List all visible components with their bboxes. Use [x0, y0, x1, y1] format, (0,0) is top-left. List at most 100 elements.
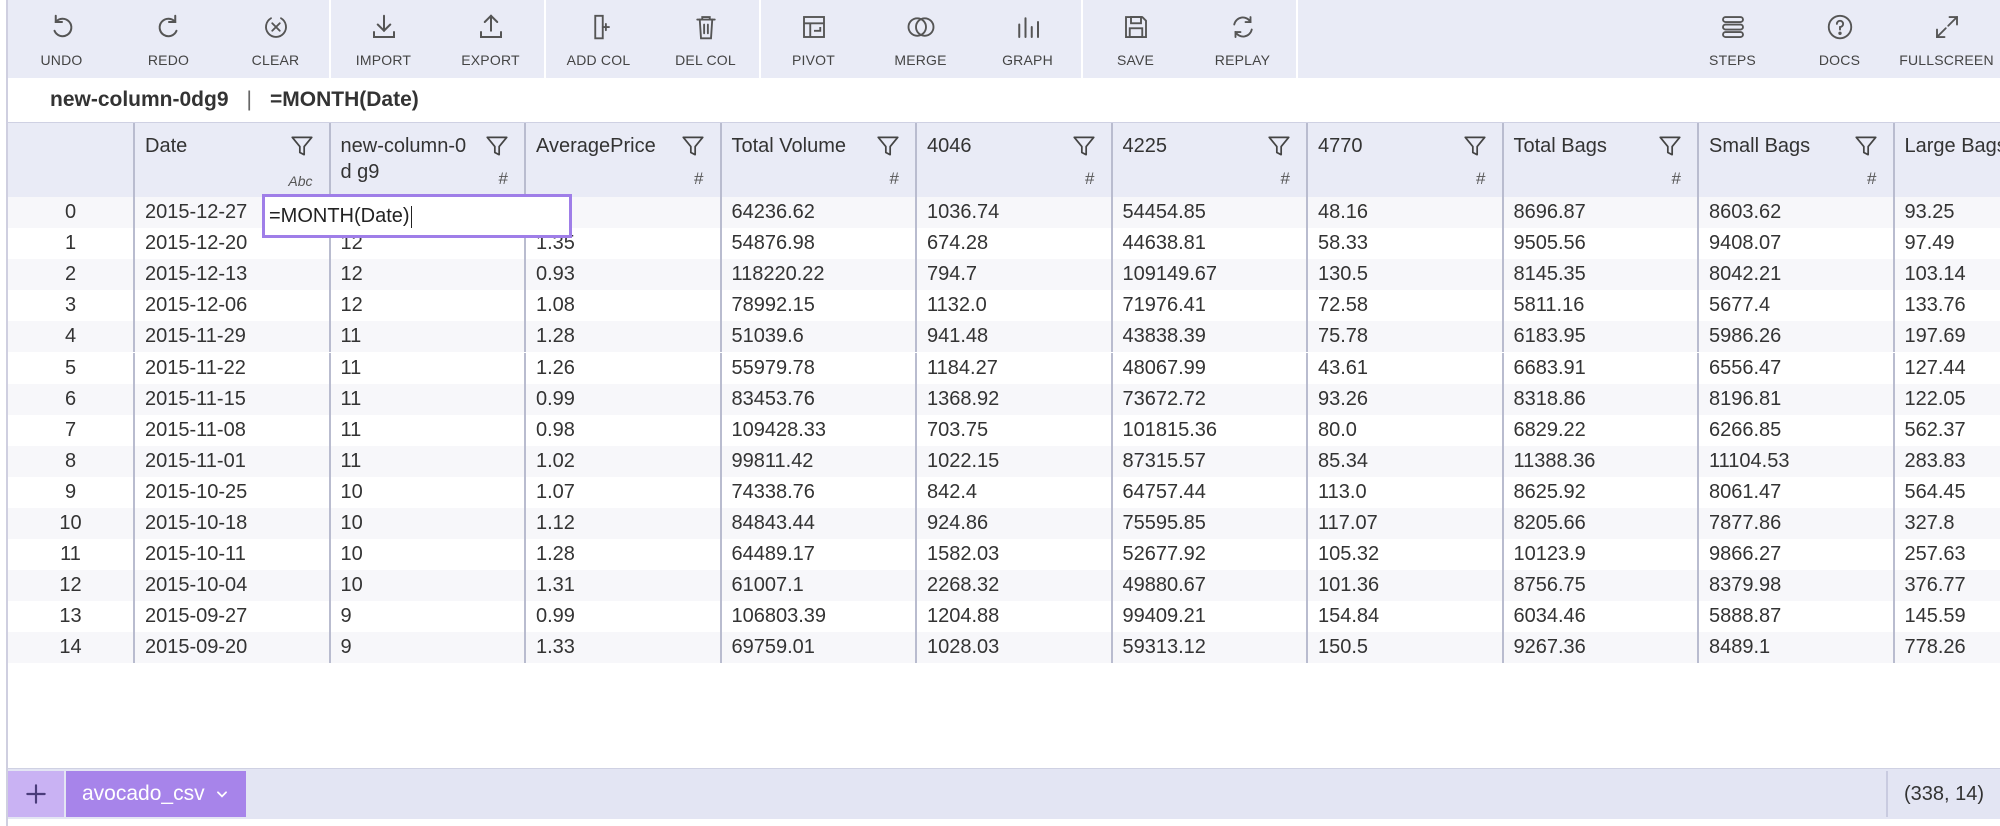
table-cell[interactable]: 1.33: [526, 632, 722, 664]
table-cell[interactable]: 1022.15: [917, 445, 1113, 477]
table-cell[interactable]: 10: [331, 476, 526, 508]
graph-button[interactable]: GRAPH: [974, 0, 1081, 78]
table-cell[interactable]: 154.84: [1308, 601, 1504, 633]
table-cell[interactable]: 8696.87: [1504, 197, 1699, 229]
pivot-button[interactable]: PIVOT: [760, 0, 867, 78]
table-cell[interactable]: 10: [331, 539, 526, 571]
table-cell[interactable]: 71976.41: [1113, 290, 1308, 322]
table-cell[interactable]: 12: [331, 290, 526, 322]
table-cell[interactable]: 55979.78: [722, 352, 917, 384]
table-cell[interactable]: 105.32: [1308, 539, 1504, 571]
table-cell[interactable]: 75.78: [1308, 321, 1504, 353]
table-cell[interactable]: 127.44: [1895, 353, 2000, 384]
table-cell[interactable]: 941.48: [917, 321, 1113, 353]
table-cell[interactable]: 5811.16: [1504, 290, 1699, 322]
filter-icon[interactable]: [875, 133, 901, 159]
table-cell[interactable]: 1132.0: [917, 290, 1113, 322]
table-cell[interactable]: 58.33: [1308, 228, 1504, 260]
formula-bar[interactable]: new-column-0dg9 | =MONTH(Date): [8, 78, 2000, 122]
table-cell[interactable]: 8205.66: [1504, 508, 1699, 540]
column-header-date[interactable]: Date Abc: [135, 123, 331, 197]
table-cell[interactable]: 6183.95: [1504, 321, 1699, 353]
filter-icon[interactable]: [484, 133, 510, 159]
table-cell[interactable]: 44638.81: [1113, 228, 1308, 260]
table-cell[interactable]: 1.02: [526, 445, 722, 477]
table-cell[interactable]: 145.59: [1895, 601, 2000, 632]
table-cell[interactable]: 8318.86: [1504, 383, 1699, 415]
table-cell[interactable]: 1.28: [526, 539, 722, 571]
table-cell[interactable]: 8042.21: [1699, 259, 1895, 291]
table-cell[interactable]: 8379.98: [1699, 570, 1895, 602]
filter-icon[interactable]: [680, 133, 706, 159]
table-cell[interactable]: 73672.72: [1113, 383, 1308, 415]
table-cell[interactable]: 564.45: [1895, 477, 2000, 508]
table-cell[interactable]: 61007.1: [722, 570, 917, 602]
table-cell[interactable]: 9408.07: [1699, 228, 1895, 260]
table-cell[interactable]: 99811.42: [722, 445, 917, 477]
table-cell[interactable]: 11: [331, 445, 526, 477]
table-cell[interactable]: 2015-11-15: [135, 383, 331, 415]
table-cell[interactable]: 109428.33: [722, 414, 917, 446]
table-cell[interactable]: 130.5: [1308, 259, 1504, 291]
table-cell[interactable]: 9505.56: [1504, 228, 1699, 260]
table-cell[interactable]: 6034.46: [1504, 601, 1699, 633]
column-header-4770[interactable]: 4770 #: [1308, 123, 1504, 197]
column-header-total-volume[interactable]: Total Volume #: [722, 123, 917, 197]
table-cell[interactable]: 6556.47: [1699, 352, 1895, 384]
table-cell[interactable]: 2015-11-22: [135, 352, 331, 384]
table-cell[interactable]: 11: [331, 383, 526, 415]
table-cell[interactable]: 80.0: [1308, 414, 1504, 446]
table-cell[interactable]: 778.26: [1895, 632, 2000, 663]
table-cell[interactable]: 6829.22: [1504, 414, 1699, 446]
table-cell[interactable]: 2015-11-08: [135, 414, 331, 446]
table-cell[interactable]: 1184.27: [917, 352, 1113, 384]
table-cell[interactable]: 8603.62: [1699, 197, 1895, 229]
del-col-button[interactable]: DEL COL: [652, 0, 759, 78]
table-cell[interactable]: 2015-10-18: [135, 508, 331, 540]
column-header-total-bags[interactable]: Total Bags #: [1504, 123, 1699, 197]
table-cell[interactable]: 10123.9: [1504, 539, 1699, 571]
formula-text[interactable]: =MONTH(Date): [270, 88, 419, 112]
table-cell[interactable]: 106803.39: [722, 601, 917, 633]
table-cell[interactable]: 150.5: [1308, 632, 1504, 664]
export-button[interactable]: EXPORT: [437, 0, 544, 78]
table-cell[interactable]: 1368.92: [917, 383, 1113, 415]
import-button[interactable]: IMPORT: [330, 0, 437, 78]
table-cell[interactable]: 101815.36: [1113, 414, 1308, 446]
table-cell[interactable]: 85.34: [1308, 445, 1504, 477]
table-cell[interactable]: 11: [331, 352, 526, 384]
replay-button[interactable]: REPLAY: [1189, 0, 1296, 78]
table-cell[interactable]: 133.76: [1895, 290, 2000, 321]
table-cell[interactable]: 2015-10-11: [135, 539, 331, 571]
table-cell[interactable]: 794.7: [917, 259, 1113, 291]
table-cell[interactable]: 69759.01: [722, 632, 917, 664]
filter-icon[interactable]: [1462, 133, 1488, 159]
docs-button[interactable]: DOCS: [1786, 0, 1893, 78]
table-cell[interactable]: 5986.26: [1699, 321, 1895, 353]
table-cell[interactable]: 48.16: [1308, 197, 1504, 229]
table-cell[interactable]: 8489.1: [1699, 632, 1895, 664]
column-header-large-bags[interactable]: Large Bags: [1895, 123, 2000, 197]
table-cell[interactable]: 103.14: [1895, 259, 2000, 290]
table-cell[interactable]: 11388.36: [1504, 445, 1699, 477]
table-cell[interactable]: 2015-11-01: [135, 445, 331, 477]
table-cell[interactable]: 0.93: [526, 259, 722, 291]
table-cell[interactable]: 1582.03: [917, 539, 1113, 571]
table-cell[interactable]: 59313.12: [1113, 632, 1308, 664]
save-button[interactable]: SAVE: [1082, 0, 1189, 78]
table-cell[interactable]: 93.26: [1308, 383, 1504, 415]
table-cell[interactable]: 6266.85: [1699, 414, 1895, 446]
table-cell[interactable]: 51039.6: [722, 321, 917, 353]
add-col-button[interactable]: ADD COL: [545, 0, 652, 78]
table-cell[interactable]: 0.99: [526, 601, 722, 633]
table-cell[interactable]: 8061.47: [1699, 476, 1895, 508]
table-cell[interactable]: 10: [331, 570, 526, 602]
column-header-averageprice[interactable]: AveragePrice #: [526, 123, 722, 197]
table-cell[interactable]: 1.07: [526, 476, 722, 508]
table-cell[interactable]: 1.08: [526, 290, 722, 322]
table-cell[interactable]: 2015-09-20: [135, 632, 331, 664]
table-cell[interactable]: 1.26: [526, 352, 722, 384]
table-cell[interactable]: 52677.92: [1113, 539, 1308, 571]
column-header-4046[interactable]: 4046 #: [917, 123, 1113, 197]
sheet-tab-avocado-csv[interactable]: avocado_csv: [66, 771, 246, 817]
